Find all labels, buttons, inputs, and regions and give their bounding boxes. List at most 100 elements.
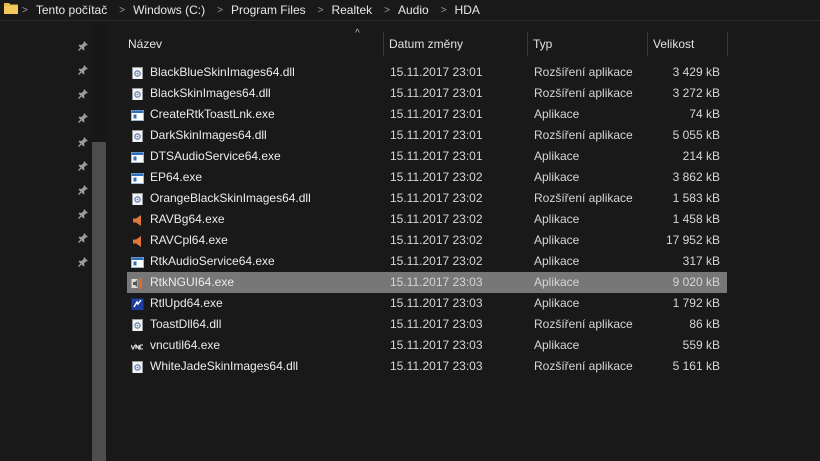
file-size: 5 055 kB [672, 128, 720, 142]
folder-icon [4, 3, 18, 14]
file-name: RtkNGUI64.exe [150, 275, 235, 289]
file-size: 559 kB [682, 338, 720, 352]
file-row[interactable]: BlackSkinImages64.dll 15.11.2017 23:01 Roz… [127, 83, 727, 104]
file-name: RtkAudioService64.exe [150, 254, 275, 268]
file-row[interactable]: RAVBg64.exe 15.11.2017 23:02 Aplikace 1 458… [127, 209, 727, 230]
pin-icon[interactable] [78, 136, 88, 147]
file-name: RAVBg64.exe [150, 212, 225, 226]
file-row[interactable]: BlackBlueSkinImages64.dll 15.11.2017 23:0… [127, 62, 727, 83]
pin-icon[interactable] [78, 232, 88, 243]
file-type: Rozšíření aplikace [534, 191, 633, 205]
file-size: 214 kB [682, 149, 720, 163]
file-name: CreateRtkToastLnk.exe [150, 107, 275, 121]
pin-icon[interactable] [78, 112, 88, 123]
column-header-type[interactable]: Typ [528, 32, 648, 56]
chevron-right-icon[interactable]: > [119, 5, 125, 16]
file-size: 74 kB [689, 107, 720, 121]
file-date-modified: 15.11.2017 23:02 [390, 191, 483, 205]
pin-icon[interactable] [78, 40, 88, 51]
column-header-date[interactable]: Datum změny [384, 32, 528, 56]
file-size: 1 792 kB [672, 296, 720, 310]
file-date-modified: 15.11.2017 23:03 [390, 275, 483, 289]
dll-icon [131, 129, 144, 142]
file-list: ^ Název Datum změny Typ Velikost BlackBl… [107, 21, 820, 461]
file-type: Rozšíření aplikace [534, 317, 633, 331]
exe-window-icon [131, 108, 144, 121]
file-type: Rozšíření aplikace [534, 359, 633, 373]
file-row[interactable]: OrangeBlackSkinImages64.dll 15.11.2017 23… [127, 188, 727, 209]
breadcrumb-item-program-files[interactable]: Program Files [231, 3, 306, 17]
breadcrumb-item-audio[interactable]: Audio [398, 3, 429, 17]
file-size: 5 161 kB [672, 359, 720, 373]
file-row[interactable]: ToastDll64.dll 15.11.2017 23:03 Rozšíření … [127, 314, 727, 335]
file-size: 1 458 kB [672, 212, 720, 226]
file-name: BlackSkinImages64.dll [150, 86, 271, 100]
updater-icon [131, 297, 144, 310]
file-name: DTSAudioService64.exe [150, 149, 281, 163]
file-type: Aplikace [534, 149, 580, 163]
address-bar[interactable]: > Tento počítač > Windows (C:) > Program… [0, 0, 820, 21]
file-row[interactable]: EP64.exe 15.11.2017 23:02 Aplikace 3 862 kB [127, 167, 727, 188]
file-date-modified: 15.11.2017 23:03 [390, 317, 483, 331]
vnc-icon [131, 339, 144, 352]
dll-icon [131, 318, 144, 331]
pin-icon[interactable] [78, 64, 88, 75]
dll-icon [131, 192, 144, 205]
file-type: Aplikace [534, 275, 580, 289]
file-name: BlackBlueSkinImages64.dll [150, 65, 295, 79]
column-header-name[interactable]: Název [123, 32, 384, 56]
file-row[interactable]: WhiteJadeSkinImages64.dll 15.11.2017 23:0… [127, 356, 727, 377]
breadcrumb-item-windows-c[interactable]: Windows (C:) [133, 3, 205, 17]
file-date-modified: 15.11.2017 23:01 [390, 107, 483, 121]
navigation-scrollbar-thumb[interactable] [92, 142, 106, 461]
file-name: EP64.exe [150, 170, 203, 184]
dll-icon [131, 66, 144, 79]
file-rows: BlackBlueSkinImages64.dll 15.11.2017 23:0… [127, 62, 727, 377]
file-date-modified: 15.11.2017 23:03 [390, 359, 483, 373]
file-name: WhiteJadeSkinImages64.dll [150, 359, 299, 373]
file-size: 317 kB [682, 254, 720, 268]
chevron-right-icon[interactable]: > [217, 5, 223, 16]
chevron-right-icon[interactable]: > [22, 5, 28, 16]
file-date-modified: 15.11.2017 23:02 [390, 254, 483, 268]
file-size: 9 020 kB [672, 275, 720, 289]
file-row[interactable]: vncutil64.exe 15.11.2017 23:03 Aplikace 559… [127, 335, 727, 356]
file-type: Aplikace [534, 254, 580, 268]
file-size: 1 583 kB [672, 191, 720, 205]
file-type: Aplikace [534, 212, 580, 226]
dll-icon [131, 360, 144, 373]
column-header-size[interactable]: Velikost [648, 32, 728, 56]
pin-icon[interactable] [78, 184, 88, 195]
breadcrumb-item-realtek[interactable]: Realtek [331, 3, 372, 17]
file-date-modified: 15.11.2017 23:01 [390, 65, 483, 79]
file-date-modified: 15.11.2017 23:01 [390, 149, 483, 163]
pin-icon[interactable] [78, 88, 88, 99]
file-row[interactable]: RAVCpl64.exe 15.11.2017 23:02 Aplikace 17 9… [127, 230, 727, 251]
file-row[interactable]: DTSAudioService64.exe 15.11.2017 23:01 Apl… [127, 146, 727, 167]
file-size: 3 272 kB [672, 86, 720, 100]
breadcrumb-item-this-pc[interactable]: Tento počítač [36, 3, 107, 17]
exe-window-icon [131, 171, 144, 184]
file-row[interactable]: DarkSkinImages64.dll 15.11.2017 23:01 Rozš… [127, 125, 727, 146]
file-name: ToastDll64.dll [150, 317, 222, 331]
file-type: Aplikace [534, 233, 580, 247]
exe-window-icon [131, 255, 144, 268]
file-row[interactable]: CreateRtkToastLnk.exe 15.11.2017 23:01 Apl… [127, 104, 727, 125]
file-date-modified: 15.11.2017 23:02 [390, 170, 483, 184]
file-type: Rozšíření aplikace [534, 128, 633, 142]
file-row[interactable]: RtlUpd64.exe 15.11.2017 23:03 Aplikace 1 79… [127, 293, 727, 314]
pin-icon[interactable] [78, 256, 88, 267]
file-type: Rozšíření aplikace [534, 86, 633, 100]
speaker-icon [131, 213, 144, 226]
chevron-right-icon[interactable]: > [384, 5, 390, 16]
speaker-icon [131, 234, 144, 247]
pin-icon[interactable] [78, 160, 88, 171]
pin-icon[interactable] [78, 208, 88, 219]
chevron-right-icon[interactable]: > [441, 5, 447, 16]
file-type: Rozšíření aplikace [534, 65, 633, 79]
file-row[interactable]: RtkNGUI64.exe 15.11.2017 23:03 Aplikace 9 0… [127, 272, 727, 293]
file-size: 3 862 kB [672, 170, 720, 184]
file-row[interactable]: RtkAudioService64.exe 15.11.2017 23:02 Apl… [127, 251, 727, 272]
breadcrumb-item-hda[interactable]: HDA [455, 3, 480, 17]
chevron-right-icon[interactable]: > [318, 5, 324, 16]
